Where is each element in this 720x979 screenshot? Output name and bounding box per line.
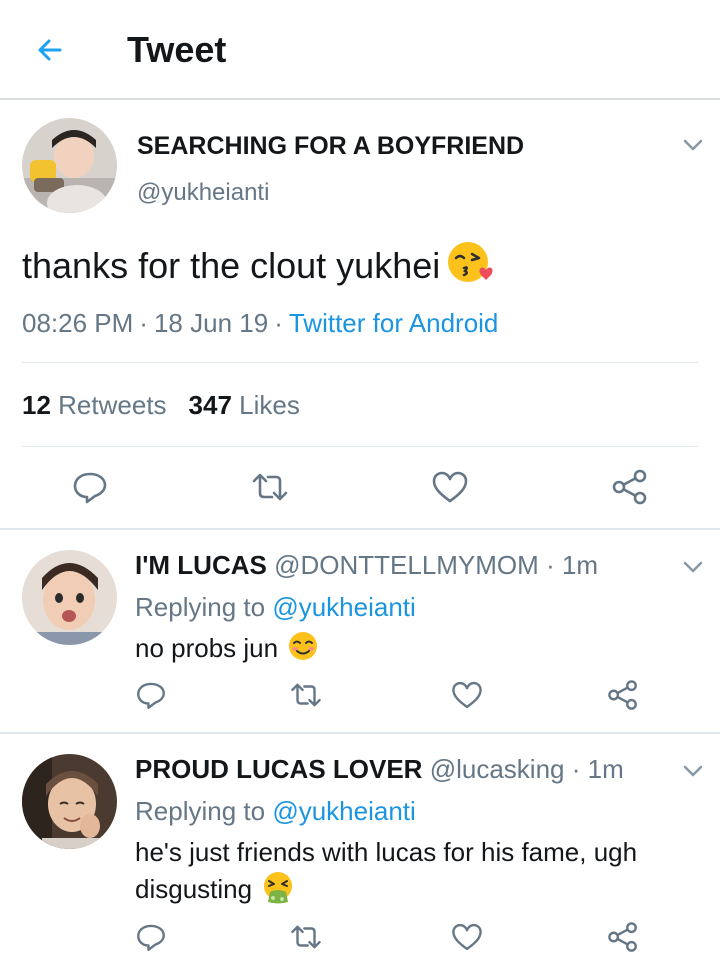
retweet-icon [291, 683, 321, 707]
chevron-down-icon [683, 561, 703, 573]
reply-time: 1m [587, 754, 624, 784]
chevron-down-icon [683, 765, 703, 777]
share-button[interactable] [606, 920, 646, 960]
tweet-time: 08:26 PM [22, 308, 134, 338]
like-button[interactable] [430, 467, 470, 507]
reply-icon [137, 924, 165, 951]
back-button[interactable] [30, 30, 70, 70]
mention-link[interactable]: @yukheianti [272, 796, 415, 826]
reply-text-line: he's just friends with lucas for his fam… [135, 837, 638, 867]
tweet-menu-button[interactable] [680, 132, 706, 158]
retweet-icon [252, 473, 288, 501]
reply-text-content: no probs jun [135, 633, 279, 663]
divider [22, 362, 698, 363]
retweet-button[interactable] [289, 678, 329, 718]
user-handle[interactable]: @DONTTELLMYMOM [274, 550, 539, 580]
reply-icon [73, 472, 107, 504]
share-icon [612, 469, 647, 505]
reply-header: PROUD LUCAS LOVER @lucasking · 1m [135, 752, 624, 786]
retweets-label: Retweets [58, 390, 167, 420]
replying-prefix: Replying to [135, 796, 266, 826]
tweet-date: 18 Jun 19 [153, 308, 269, 338]
chevron-down-icon [683, 139, 703, 151]
replying-to: Replying to @yukheianti [135, 794, 416, 828]
meta-separator: · [139, 308, 148, 338]
reply-button[interactable] [70, 467, 110, 507]
meta-separator: · [546, 550, 555, 580]
reply-icon [137, 682, 165, 709]
user-handle[interactable]: @yukheianti [137, 178, 269, 208]
reply-button[interactable] [134, 920, 174, 960]
avatar[interactable] [22, 550, 117, 645]
tweet-source-link[interactable]: Twitter for Android [289, 308, 499, 338]
share-button[interactable] [610, 467, 650, 507]
tweet-menu-button[interactable] [680, 554, 706, 580]
reply-text-line-2: disgusting [135, 870, 705, 913]
meta-separator: · [571, 754, 581, 784]
share-icon [608, 680, 637, 710]
replying-prefix: Replying to [135, 592, 266, 622]
retweet-button[interactable] [289, 920, 329, 960]
retweet-icon [291, 925, 321, 949]
smiling-face-emoji [287, 630, 319, 671]
reply-button[interactable] [134, 678, 174, 718]
share-button[interactable] [606, 678, 646, 718]
like-button[interactable] [450, 678, 490, 718]
retweet-button[interactable] [250, 467, 290, 507]
like-icon [452, 681, 482, 709]
display-name[interactable]: PROUD LUCAS LOVER [135, 754, 422, 784]
reply-text: no probs jun [135, 630, 705, 671]
reply-tweet[interactable]: PROUD LUCAS LOVER @lucasking · 1m Replyi… [0, 734, 720, 979]
like-icon [432, 471, 468, 503]
display-name[interactable]: I'M LUCAS [135, 550, 267, 580]
tweet-text-content: thanks for the clout yukhei [22, 245, 441, 286]
display-name[interactable]: SEARCHING FOR A BOYFRIEND [137, 130, 524, 162]
like-icon [452, 923, 482, 951]
tweet-stats: 12 Retweets 347 Likes [22, 388, 300, 422]
tweet-text: thanks for the clout yukhei [22, 240, 494, 296]
share-icon [608, 922, 637, 952]
reply-header: I'M LUCAS @DONTTELLMYMOM · 1m [135, 548, 598, 582]
tweet-meta: 08:26 PM · 18 Jun 19 · Twitter for Android [22, 306, 498, 340]
main-tweet: SEARCHING FOR A BOYFRIEND @yukheianti th… [0, 100, 720, 530]
like-button[interactable] [450, 920, 490, 960]
divider [22, 446, 698, 447]
vomiting-face-emoji [261, 870, 295, 913]
user-handle[interactable]: @lucasking [430, 754, 565, 784]
arrow-left-icon [38, 39, 62, 61]
retweets-stat[interactable]: 12 Retweets [22, 390, 167, 420]
face-blowing-kiss-emoji [446, 240, 494, 296]
tweet-menu-button[interactable] [680, 758, 706, 784]
retweets-count: 12 [22, 390, 51, 420]
avatar[interactable] [22, 118, 117, 213]
reply-time: 1m [561, 550, 599, 580]
reply-text-content: disgusting [135, 874, 253, 904]
app-header: Tweet [0, 0, 720, 100]
avatar[interactable] [22, 754, 117, 849]
mention-link[interactable]: @yukheianti [272, 592, 415, 622]
likes-label: Likes [239, 390, 300, 420]
page-title: Tweet [127, 29, 227, 70]
likes-count: 347 [188, 390, 232, 420]
reply-text: he's just friends with lucas for his fam… [135, 834, 705, 913]
meta-separator: · [274, 308, 283, 338]
reply-tweet[interactable]: I'M LUCAS @DONTTELLMYMOM · 1m Replying t… [0, 530, 720, 734]
replying-to: Replying to @yukheianti [135, 590, 416, 624]
likes-stat[interactable]: 347 Likes [189, 390, 300, 420]
